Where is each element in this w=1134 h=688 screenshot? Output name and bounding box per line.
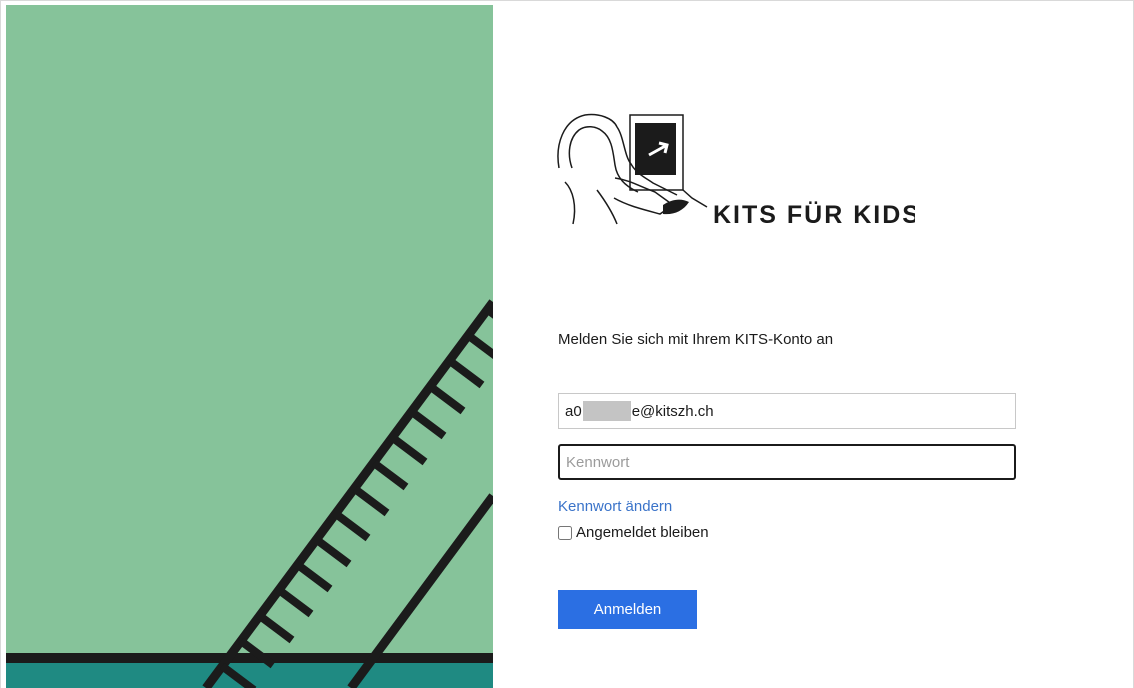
signin-prompt: Melden Sie sich mit Ihrem KITS-Konto an bbox=[558, 331, 834, 348]
username-prefix: a0 bbox=[565, 402, 582, 420]
username-suffix: e@kitszh.ch bbox=[631, 402, 714, 420]
password-input[interactable] bbox=[558, 444, 1016, 480]
username-field[interactable]: a0 e@kitszh.ch bbox=[558, 393, 1016, 429]
change-password-link[interactable]: Kennwort ändern bbox=[558, 498, 672, 515]
remember-me-checkbox[interactable] bbox=[558, 525, 572, 540]
kits-logo: KITS FÜR KIDS bbox=[555, 110, 919, 235]
username-redaction bbox=[582, 401, 631, 421]
brand-text: KITS FÜR KIDS bbox=[713, 200, 915, 229]
remember-me-label: Angemeldet bleiben bbox=[576, 524, 709, 541]
remember-me-option[interactable]: Angemeldet bleiben bbox=[558, 524, 709, 541]
ladder-illustration bbox=[6, 5, 493, 688]
signin-button[interactable]: Anmelden bbox=[558, 590, 697, 629]
